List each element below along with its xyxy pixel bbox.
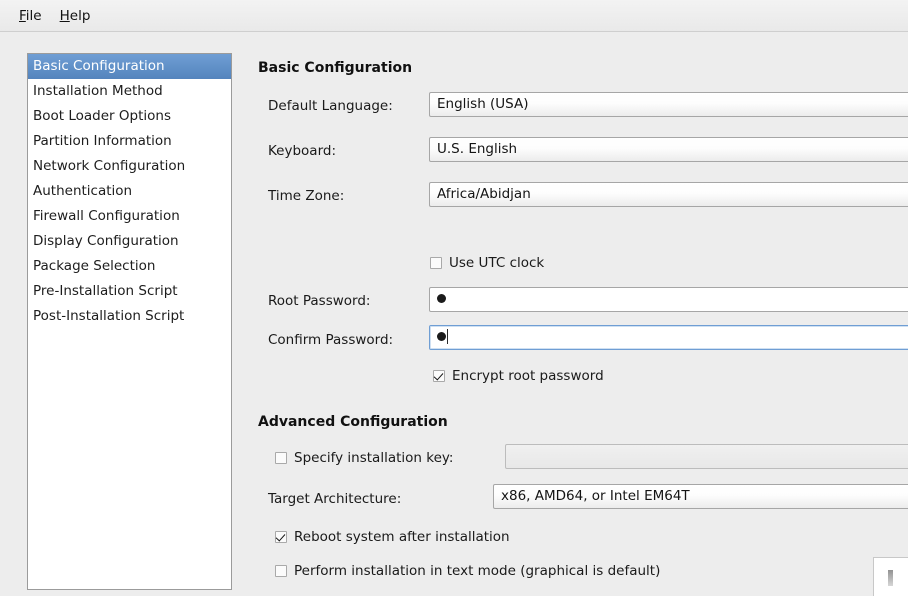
sidebar-item-label: Installation Method (33, 83, 163, 99)
sidebar-item-network-configuration[interactable]: Network Configuration (28, 154, 231, 179)
menu-file-rest: ile (25, 7, 42, 24)
sidebar-item-display-configuration[interactable]: Display Configuration (28, 229, 231, 254)
encrypt-root-password-label: Encrypt root password (452, 368, 604, 384)
sidebar-item-label: Basic Configuration (33, 58, 165, 74)
reboot-after-installation-checkbox[interactable] (275, 531, 287, 543)
root-password-input[interactable] (429, 287, 908, 312)
sidebar-item-label: Partition Information (33, 133, 172, 149)
main-content: Basic Configuration Installation Method … (0, 32, 908, 596)
target-architecture-select[interactable]: x86, AMD64, or Intel EM64T (493, 484, 908, 509)
sidebar-item-label: Network Configuration (33, 158, 186, 174)
use-utc-clock-label: Use UTC clock (449, 255, 545, 271)
sidebar-item-label: Display Configuration (33, 233, 179, 249)
sidebar-item-label: Boot Loader Options (33, 108, 171, 124)
background-window-content (888, 570, 893, 586)
sidebar-item-boot-loader-options[interactable]: Boot Loader Options (28, 104, 231, 129)
password-dot (437, 331, 446, 341)
target-architecture-label: Target Architecture: (268, 491, 402, 507)
sidebar-item-post-installation-script[interactable]: Post-Installation Script (28, 304, 231, 329)
confirm-password-label: Confirm Password: (268, 332, 394, 348)
keyboard-select[interactable]: U.S. English (429, 137, 908, 162)
use-utc-clock-checkbox[interactable] (430, 257, 442, 269)
basic-configuration-heading: Basic Configuration (258, 60, 413, 76)
sidebar-item-authentication[interactable]: Authentication (28, 179, 231, 204)
confirm-password-input[interactable] (429, 325, 908, 350)
installation-key-input[interactable] (505, 444, 908, 469)
menu-help-rest: elp (69, 7, 91, 24)
menu-help-mnemonic: H (59, 7, 70, 24)
sidebar-item-package-selection[interactable]: Package Selection (28, 254, 231, 279)
menu-item-file[interactable]: File (10, 5, 51, 27)
menu-bar: File Help (0, 0, 908, 32)
sidebar-item-label: Firewall Configuration (33, 208, 180, 224)
sidebar-item-firewall-configuration[interactable]: Firewall Configuration (28, 204, 231, 229)
reboot-after-installation-label: Reboot system after installation (294, 529, 510, 545)
encrypt-root-password-row[interactable]: Encrypt root password (433, 368, 604, 384)
password-dot (437, 293, 446, 303)
text-mode-installation-checkbox[interactable] (275, 565, 287, 577)
menu-item-help[interactable]: Help (51, 5, 100, 27)
root-password-label: Root Password: (268, 293, 371, 309)
sidebar-item-installation-method[interactable]: Installation Method (28, 79, 231, 104)
specify-installation-key-row[interactable]: Specify installation key: (275, 450, 453, 466)
sidebar-item-pre-installation-script[interactable]: Pre-Installation Script (28, 279, 231, 304)
text-mode-installation-row[interactable]: Perform installation in text mode (graph… (275, 563, 660, 579)
menu-file-mnemonic: F (19, 7, 26, 24)
time-zone-label: Time Zone: (268, 188, 345, 204)
default-language-label: Default Language: (268, 98, 393, 114)
basic-configuration-panel: Basic Configuration Default Language: En… (240, 32, 908, 596)
sidebar-item-basic-configuration[interactable]: Basic Configuration (28, 54, 231, 79)
time-zone-select[interactable]: Africa/Abidjan (429, 182, 908, 207)
text-mode-installation-label: Perform installation in text mode (graph… (294, 563, 661, 579)
keyboard-label: Keyboard: (268, 143, 337, 159)
sidebar-item-label: Authentication (33, 183, 133, 199)
encrypt-root-password-checkbox[interactable] (433, 370, 445, 382)
advanced-configuration-heading: Advanced Configuration (258, 414, 448, 430)
specify-installation-key-label: Specify installation key: (294, 450, 454, 466)
reboot-after-installation-row[interactable]: Reboot system after installation (275, 529, 510, 545)
sidebar-item-label: Package Selection (33, 258, 156, 274)
default-language-select[interactable]: English (USA) (429, 92, 908, 117)
text-caret (447, 328, 448, 344)
configuration-section-list[interactable]: Basic Configuration Installation Method … (27, 53, 232, 590)
specify-installation-key-checkbox[interactable] (275, 452, 287, 464)
use-utc-clock-row[interactable]: Use UTC clock (430, 255, 544, 271)
sidebar-item-label: Pre-Installation Script (33, 283, 178, 299)
sidebar-item-partition-information[interactable]: Partition Information (28, 129, 231, 154)
sidebar-item-label: Post-Installation Script (33, 308, 185, 324)
background-window-fragment (873, 557, 908, 596)
